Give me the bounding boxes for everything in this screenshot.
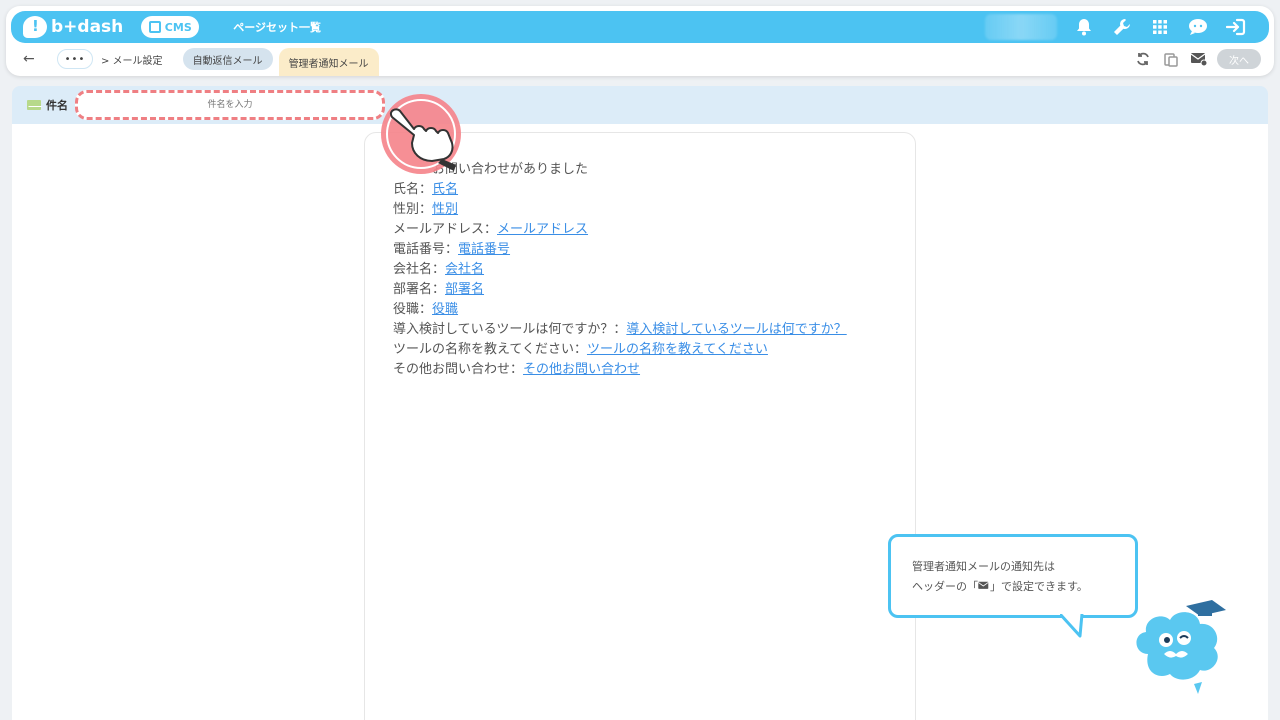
field-label: 会社名：	[393, 262, 446, 277]
field-label: 役職：	[393, 302, 433, 317]
mascot-cloud-icon	[1136, 600, 1226, 694]
mail-line-tool-name: ツールの名称を教えてください：ツールの名称を教えてください	[393, 340, 847, 360]
mail-settings-icon[interactable]	[1185, 47, 1213, 71]
mail-line-name: 氏名：氏名	[393, 180, 847, 200]
top-header: b+dash CMS ページセット一覧	[11, 11, 1269, 43]
subject-row: 件名	[12, 86, 1268, 124]
next-button[interactable]: 次へ	[1217, 49, 1261, 69]
tooltip-text: ヘッダーの「	[912, 580, 978, 593]
sub-header-actions: 次へ	[1129, 47, 1261, 71]
mail-line-phone: 電話番号：電話番号	[393, 240, 847, 260]
apps-grid-icon[interactable]	[1141, 11, 1179, 43]
field-label: 氏名：	[393, 182, 433, 197]
mail-line-tool-considered: 導入検討しているツールは何ですか？：導入検討しているツールは何ですか？	[393, 320, 847, 340]
mail-line-company: 会社名：会社名	[393, 260, 847, 280]
field-placeholder-tag[interactable]: その他お問い合わせ	[523, 362, 640, 377]
tooltip-line-2: ヘッダーの「 」で設定できます。	[912, 577, 1135, 597]
tooltip-tail	[1060, 614, 1084, 638]
field-label: 導入検討しているツールは何ですか？：	[393, 322, 627, 337]
back-arrow-icon[interactable]: ←	[23, 51, 43, 67]
field-placeholder-tag[interactable]: ツールの名称を教えてください	[587, 342, 768, 357]
breadcrumb-mail-settings[interactable]: > メール設定	[101, 52, 163, 67]
field-label: 電話番号：	[393, 242, 459, 257]
logout-icon[interactable]	[1217, 11, 1255, 43]
help-tooltip: 管理者通知メールの通知先は ヘッダーの「 」で設定できます。	[888, 534, 1138, 618]
field-label: 性別：	[393, 202, 433, 217]
field-placeholder-tag[interactable]: 役職	[432, 302, 458, 317]
mail-line-other-inquiry: その他お問い合わせ：その他お問い合わせ	[393, 360, 847, 380]
subject-label: 件名	[46, 99, 68, 112]
cms-button[interactable]: CMS	[141, 16, 200, 38]
field-placeholder-tag[interactable]: 氏名	[432, 182, 458, 197]
mail-settings-icon	[978, 581, 989, 589]
page-set-list-link[interactable]: ページセット一覧	[233, 19, 321, 35]
edit-icon	[148, 21, 161, 33]
copy-settings-icon[interactable]	[1157, 47, 1185, 71]
field-placeholder-tag[interactable]: 部署名	[445, 282, 484, 297]
tooltip-text-end: 」で設定できます。	[990, 580, 1088, 593]
field-placeholder-tag[interactable]: 会社名	[445, 262, 484, 277]
envelope-icon	[27, 100, 42, 110]
field-placeholder-tag[interactable]: メールアドレス	[497, 222, 588, 237]
field-label: その他お問い合わせ：	[393, 362, 524, 377]
refresh-icon[interactable]	[1129, 47, 1157, 71]
field-label: メールアドレス：	[393, 222, 498, 237]
field-placeholder-tag[interactable]: 電話番号	[458, 242, 510, 257]
field-label: ツールの名称を教えてください：	[393, 342, 587, 357]
mail-line-email: メールアドレス：メールアドレス	[393, 220, 847, 240]
bdash-logo[interactable]: b+dash	[23, 16, 123, 38]
breadcrumb-more-button[interactable]: •••	[57, 49, 93, 69]
support-chat-icon[interactable]	[1179, 11, 1217, 43]
subject-input[interactable]	[75, 90, 385, 120]
bell-icon[interactable]	[1065, 11, 1103, 43]
tooltip-line-1: 管理者通知メールの通知先は	[912, 560, 1055, 573]
cms-label: CMS	[164, 20, 192, 34]
field-placeholder-tag[interactable]: 導入検討しているツールは何ですか？	[626, 322, 846, 337]
tab-auto-reply-mail[interactable]: 自動返信メール	[182, 48, 273, 70]
mail-line-department: 部署名：部署名	[393, 280, 847, 300]
mail-line-gender: 性別：性別	[393, 200, 847, 220]
header-actions	[985, 11, 1255, 43]
user-info[interactable]	[985, 14, 1057, 40]
sub-header: ← ••• > メール設定 自動返信メール 管理者通知メール 次へ	[11, 45, 1269, 76]
mail-line-position: 役職：役職	[393, 300, 847, 320]
wrench-icon[interactable]	[1103, 11, 1141, 43]
field-label: 部署名：	[393, 282, 446, 297]
pointing-hand-icon	[381, 94, 461, 174]
mail-body-text[interactable]: お問い合わせがありました 氏名：氏名 性別：性別 メールアドレス：メールアドレス…	[393, 160, 847, 380]
logo-bubble-icon	[23, 16, 47, 38]
tab-admin-notification-mail[interactable]: 管理者通知メール	[278, 48, 379, 76]
logo-text: b+dash	[51, 17, 124, 37]
field-placeholder-tag[interactable]: 性別	[432, 202, 458, 217]
